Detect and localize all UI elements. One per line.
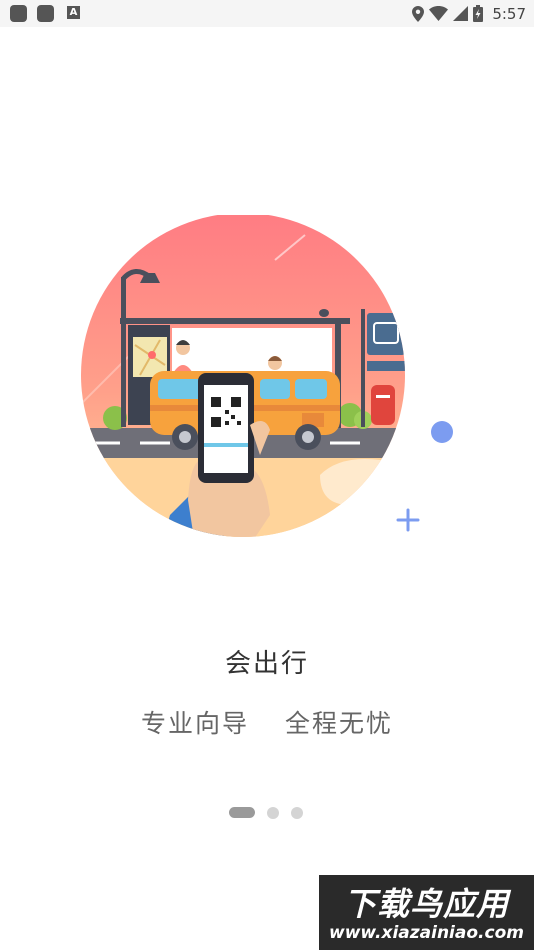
page-dot[interactable] [291,806,303,819]
watermark: 下载鸟应用 www.xiazainiao.com [319,875,534,950]
app-notification-icon [10,5,27,22]
decor-plus [396,508,420,532]
bus-stop-qr-scan-illustration [81,215,453,537]
watermark-brand: 下载鸟应用 [343,885,509,923]
location-icon [412,5,425,22]
onboarding-subtitle: 专业向导 全程无忧 [0,704,534,740]
watermark-url: www.xiazainiao.com [329,923,524,943]
subtitle-right: 全程无忧 [285,709,394,738]
page-indicator [229,806,303,819]
a-notification-icon: A [67,6,80,19]
battery-icon [473,5,484,22]
page-dot-active[interactable] [229,807,255,818]
app-notification-icon [37,5,54,22]
subtitle-left: 专业向导 [140,709,249,738]
onboarding-title: 会出行 [224,649,309,679]
wifi-icon [429,6,449,21]
page-dot[interactable] [267,806,279,819]
signal-icon [453,6,469,21]
status-time: 5:57 [492,4,526,23]
onboarding-screen: A 5:57 会出行 专业向导 全程无忧 下载鸟应用 www.xiazainia… [0,0,534,950]
decor-dot [431,421,453,443]
status-bar: A 5:57 [0,0,534,27]
